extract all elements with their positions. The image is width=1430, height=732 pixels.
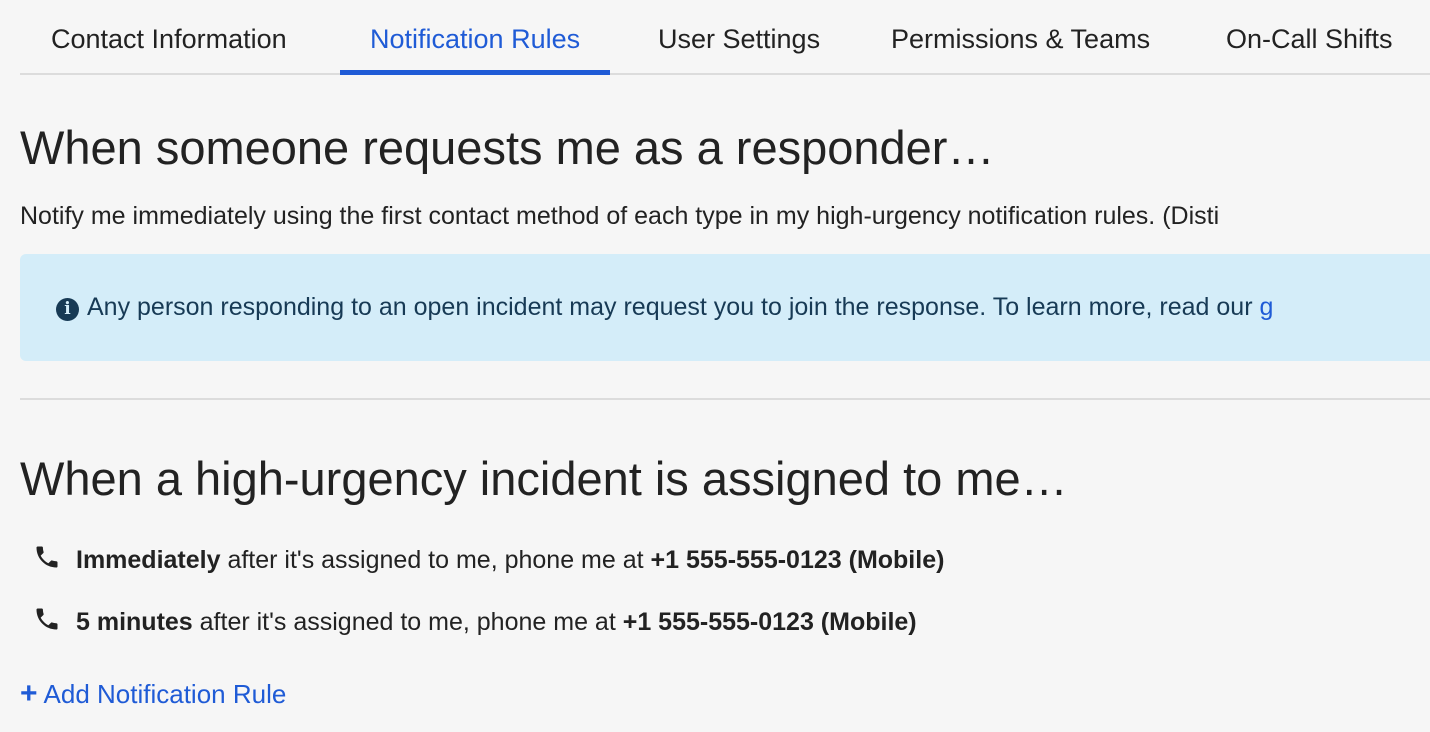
alert-text: Any person responding to an open inciden…: [87, 293, 1260, 321]
rule-delay: 5 minutes: [76, 608, 193, 636]
info-icon: i: [56, 298, 79, 321]
tab-contact-information[interactable]: Contact Information: [51, 0, 287, 73]
phone-icon: [32, 605, 76, 633]
rule-contact: +1 555-555-0123 (Mobile): [650, 546, 945, 574]
notification-rule[interactable]: Immediately after it's assigned to me, p…: [32, 543, 944, 577]
tab-permissions-teams[interactable]: Permissions & Teams: [891, 0, 1150, 73]
responder-heading: When someone requests me as a responder…: [20, 121, 995, 174]
plus-icon: +: [20, 677, 38, 710]
add-notification-rule-label: Add Notification Rule: [43, 679, 287, 709]
tab-notification-rules[interactable]: Notification Rules: [339, 0, 611, 75]
responder-info-alert: i Any person responding to an open incide…: [20, 254, 1430, 361]
rule-description: after it's assigned to me, phone me at: [220, 546, 651, 574]
section-divider: [20, 398, 1430, 400]
rule-description: after it's assigned to me, phone me at: [192, 608, 623, 636]
phone-icon: [32, 543, 76, 571]
notification-rule[interactable]: 5 minutes after it's assigned to me, pho…: [32, 605, 917, 639]
tab-on-call-shifts[interactable]: On-Call Shifts: [1226, 0, 1393, 73]
high-urgency-heading: When a high-urgency incident is assigned…: [20, 452, 1068, 505]
tab-bar: Contact Information Notification Rules U…: [20, 0, 1430, 75]
rule-delay: Immediately: [76, 546, 221, 574]
responder-description: Notify me immediately using the first co…: [20, 202, 1220, 230]
tab-user-settings[interactable]: User Settings: [658, 0, 820, 73]
rule-contact: +1 555-555-0123 (Mobile): [622, 608, 917, 636]
add-notification-rule-button[interactable]: + Add Notification Rule: [20, 676, 286, 712]
alert-message: i Any person responding to an open incide…: [56, 290, 1273, 324]
alert-guide-link[interactable]: g: [1260, 293, 1274, 321]
